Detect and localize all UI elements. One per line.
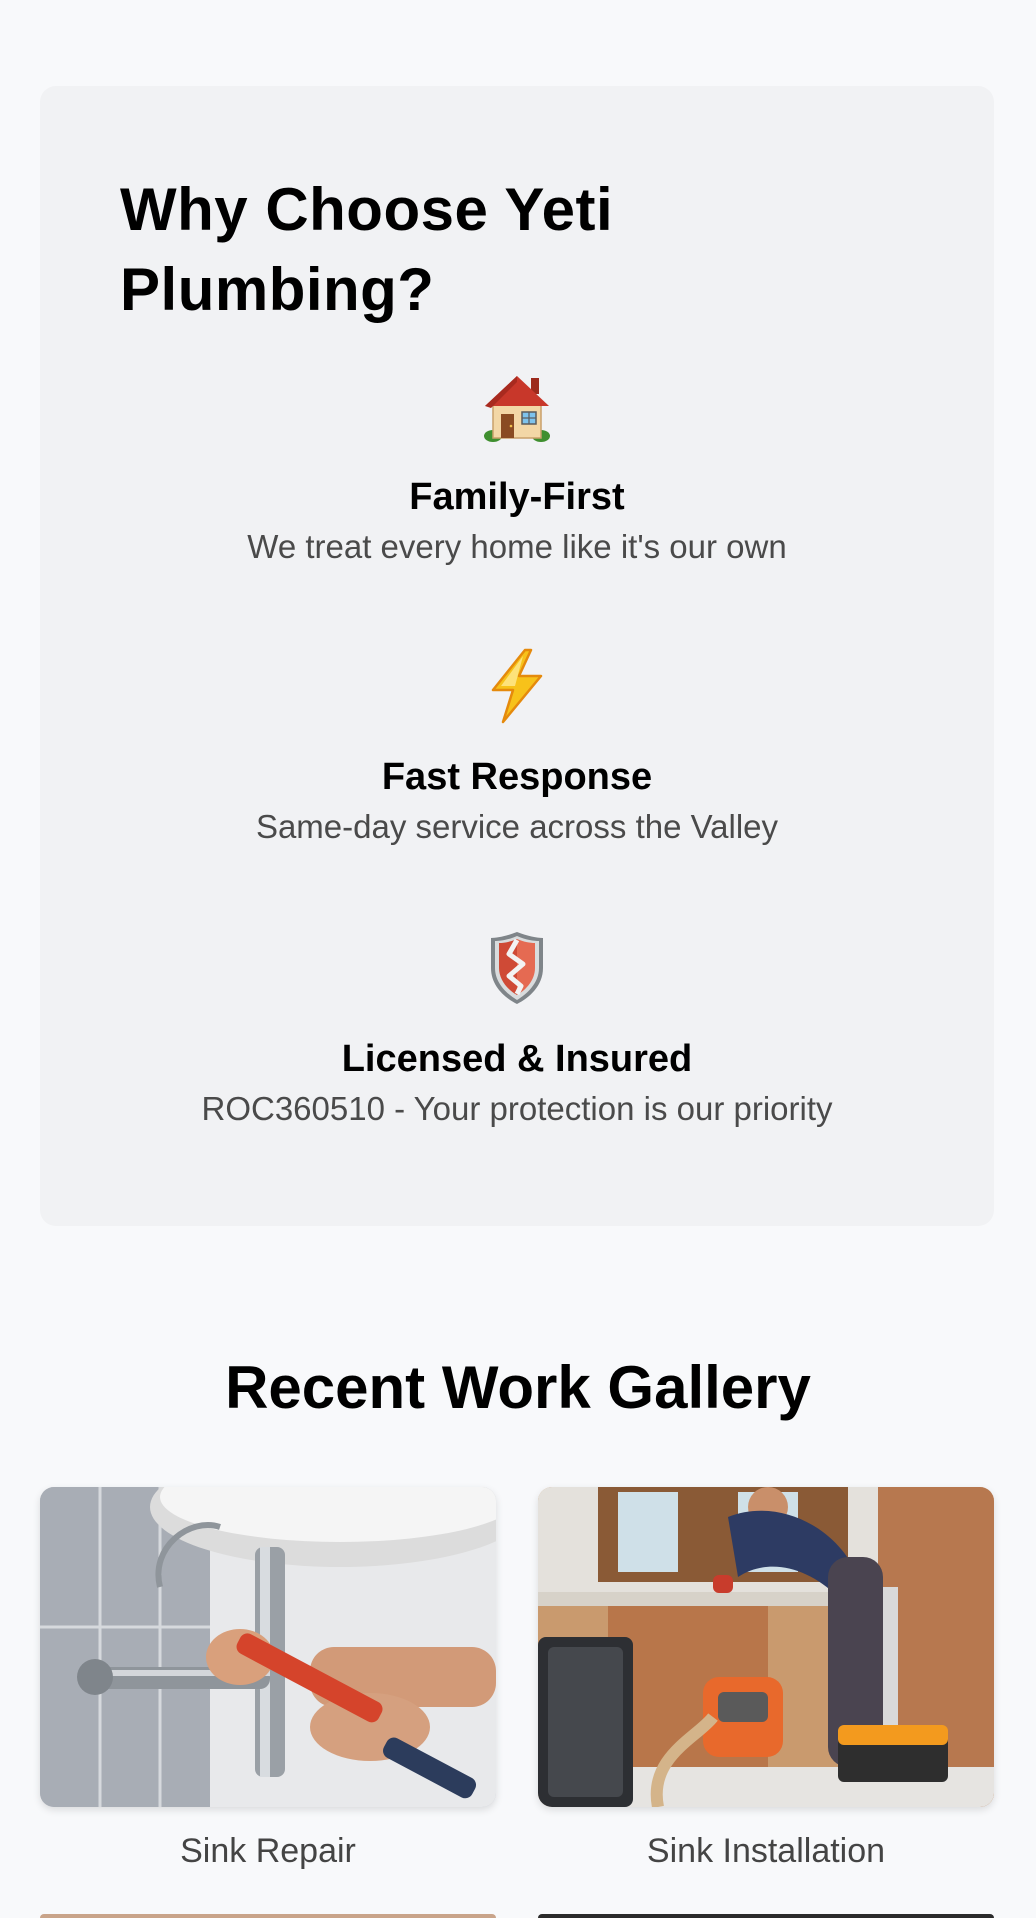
lightning-icon: [491, 648, 543, 724]
feature-description: We treat every home like it's our own: [247, 528, 787, 565]
gallery-next-photo-edge: [538, 1914, 994, 1918]
feature-fast-response: Fast Response Same-day service across th…: [40, 648, 994, 848]
feature-licensed-insured: Licensed & Insured ROC360510 - Your prot…: [40, 930, 994, 1130]
gallery-caption: Sink Repair: [180, 1832, 356, 1870]
house-icon: [484, 376, 550, 442]
gallery-next-photo-edge: [40, 1914, 496, 1918]
gallery-caption: Sink Installation: [646, 1832, 886, 1870]
why-choose-title: Why Choose Yeti Plumbing?: [120, 176, 614, 323]
sink-repair-photo[interactable]: [40, 1487, 496, 1807]
sink-installation-photo[interactable]: [538, 1487, 994, 1807]
gallery-item-sink-installation[interactable]: Sink Installation: [538, 1487, 994, 1871]
feature-description: Same-day service across the Valley: [255, 808, 779, 845]
gallery-title: Recent Work Gallery: [225, 1354, 811, 1421]
shield-icon: [491, 932, 543, 1004]
feature-description: ROC360510 - Your protection is our prior…: [201, 1090, 833, 1127]
feature-title: Family-First: [409, 476, 625, 518]
feature-title: Licensed & Insured: [341, 1038, 693, 1080]
feature-title: Fast Response: [381, 756, 653, 798]
gallery-item-sink-repair[interactable]: Sink Repair: [40, 1487, 496, 1871]
why-choose-card: Why Choose Yeti Plumbing? Family-First W…: [40, 86, 994, 1226]
feature-family-first: Family-First We treat every home like it…: [40, 368, 994, 568]
